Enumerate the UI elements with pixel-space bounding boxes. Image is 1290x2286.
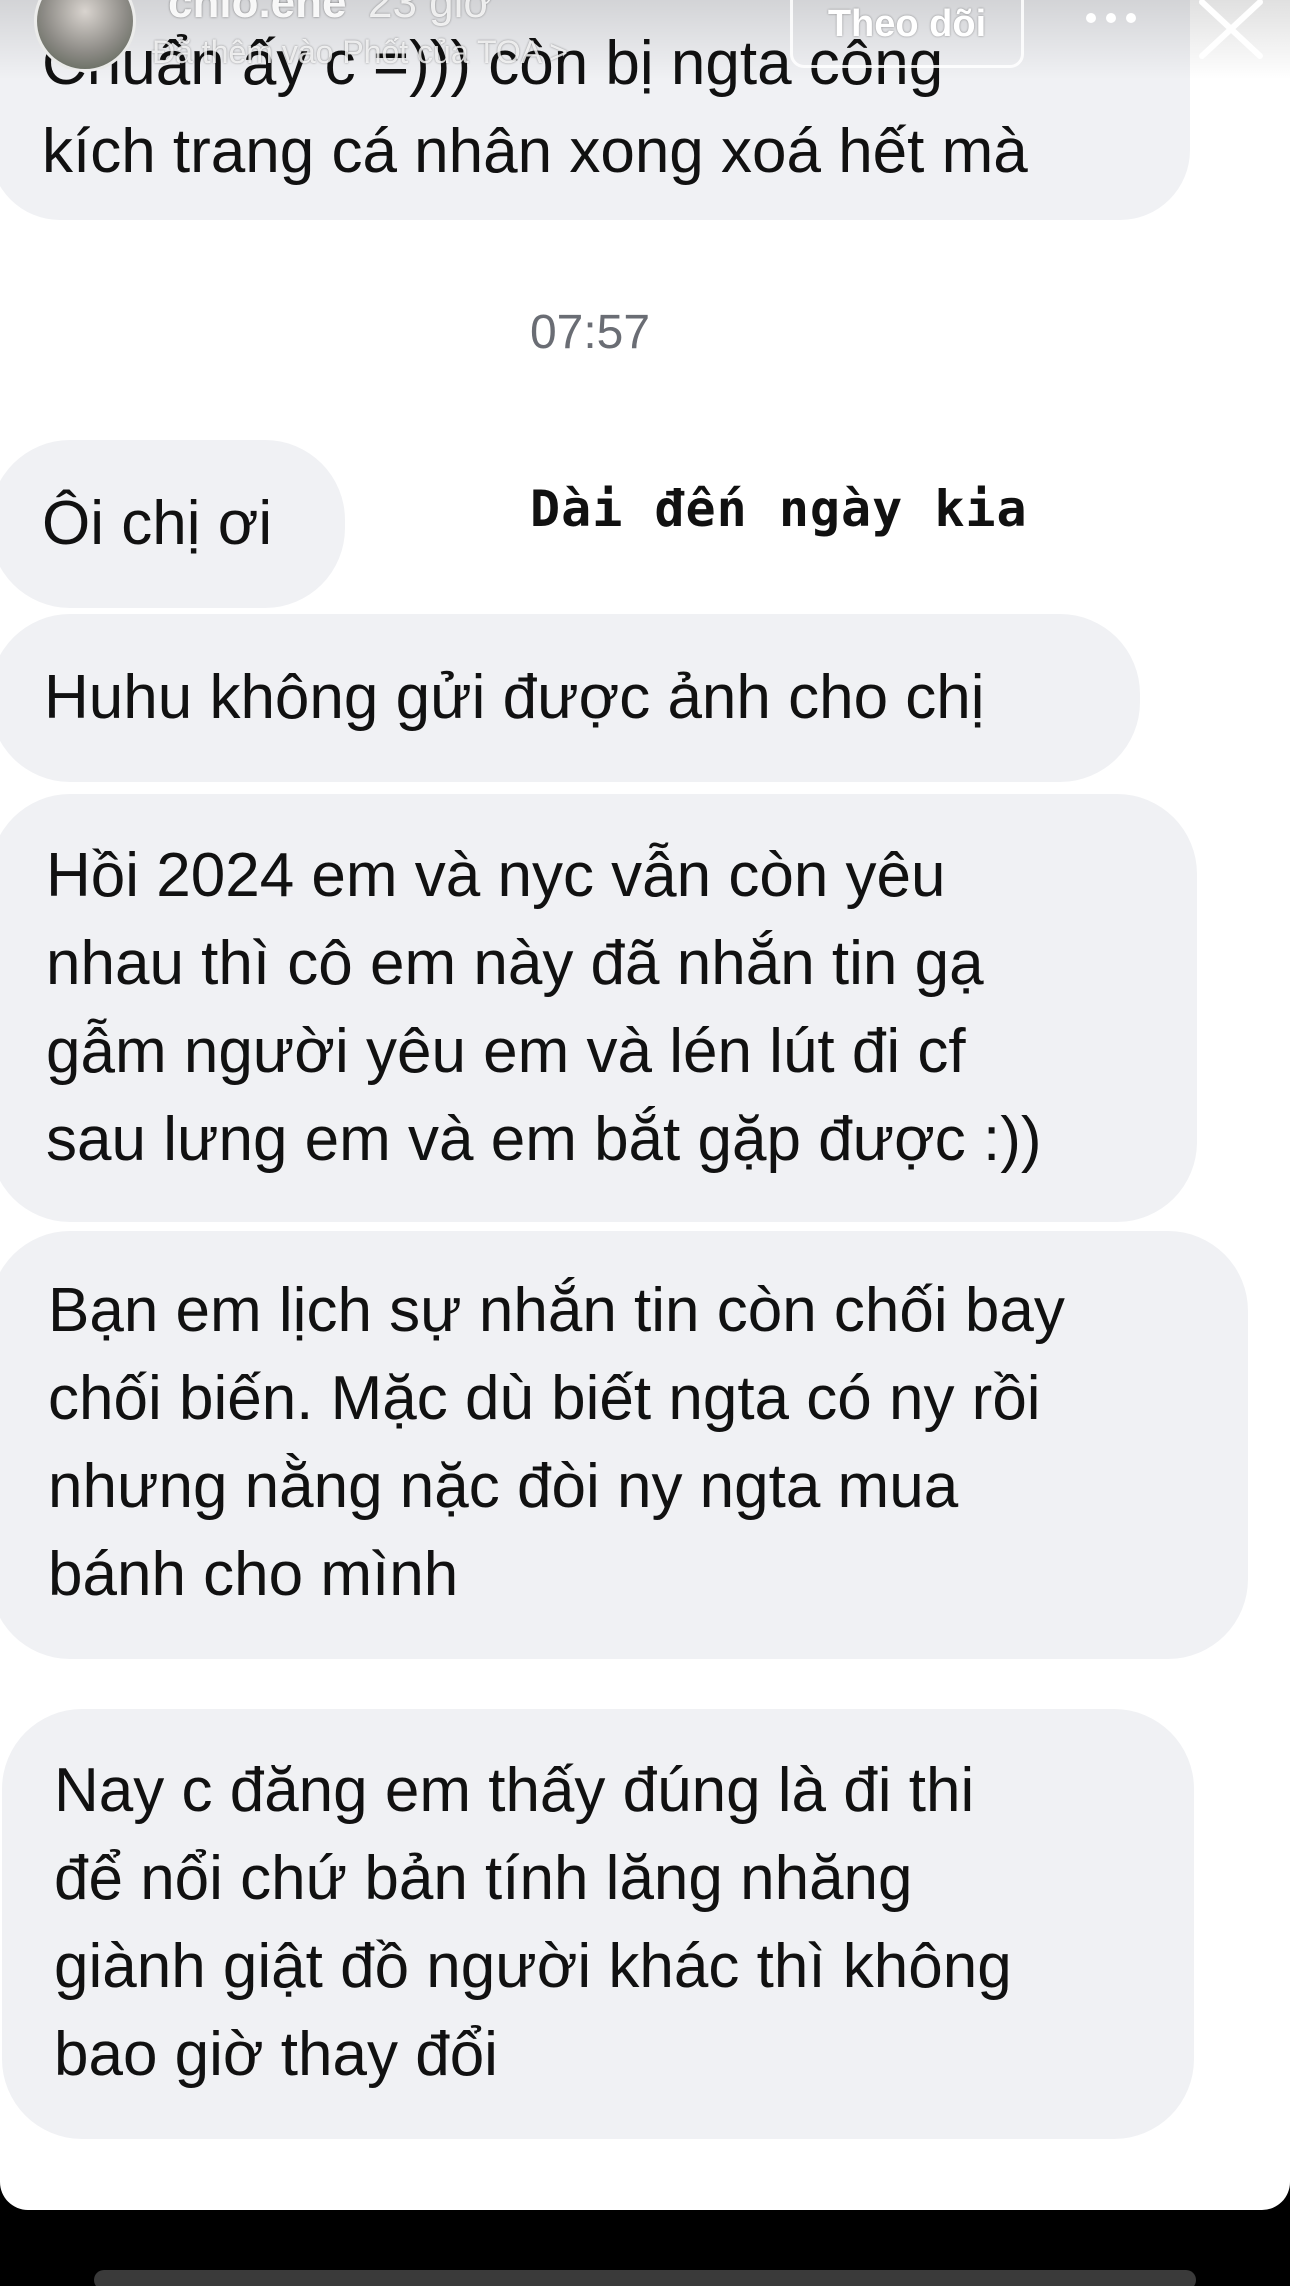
story-username[interactable]: chlo.ene — [168, 0, 347, 28]
close-icon[interactable] — [1196, 0, 1266, 60]
more-horizontal-icon[interactable] — [1084, 8, 1138, 28]
message-timestamp: 07:57 — [529, 306, 651, 359]
message-bubble: Hồi 2024 em và nyc vẫn còn yêu nhau thì … — [0, 794, 1197, 1222]
chat-screenshot: Chuẩn ấy c =))) còn bị ngta công kích tr… — [0, 0, 1290, 2210]
story-highlight-link[interactable]: Đã thêm vào Phốt của TOA > — [152, 34, 568, 71]
story-screen: Chuẩn ấy c =))) còn bị ngta công kích tr… — [0, 0, 1290, 2286]
message-bubble: Nay c đăng em thấy đúng là đi thi để nổi… — [2, 1709, 1194, 2139]
story-post-time: 23 giờ — [368, 0, 493, 27]
avatar[interactable] — [34, 0, 136, 72]
message-bubble: Huhu không gửi được ảnh cho chị — [0, 614, 1140, 782]
follow-button[interactable]: Theo dõi — [790, 0, 1024, 68]
message-bubble: Bạn em lịch sự nhắn tin còn chối bay chố… — [0, 1231, 1248, 1659]
story-text-overlay: Dài đến ngày kia — [530, 480, 1028, 538]
story-header: chlo.ene 23 giờ Đã thêm vào Phốt của TOA… — [0, 0, 1290, 80]
message-bubble: Ôi chị ơi — [0, 440, 345, 608]
home-indicator — [94, 2270, 1196, 2286]
